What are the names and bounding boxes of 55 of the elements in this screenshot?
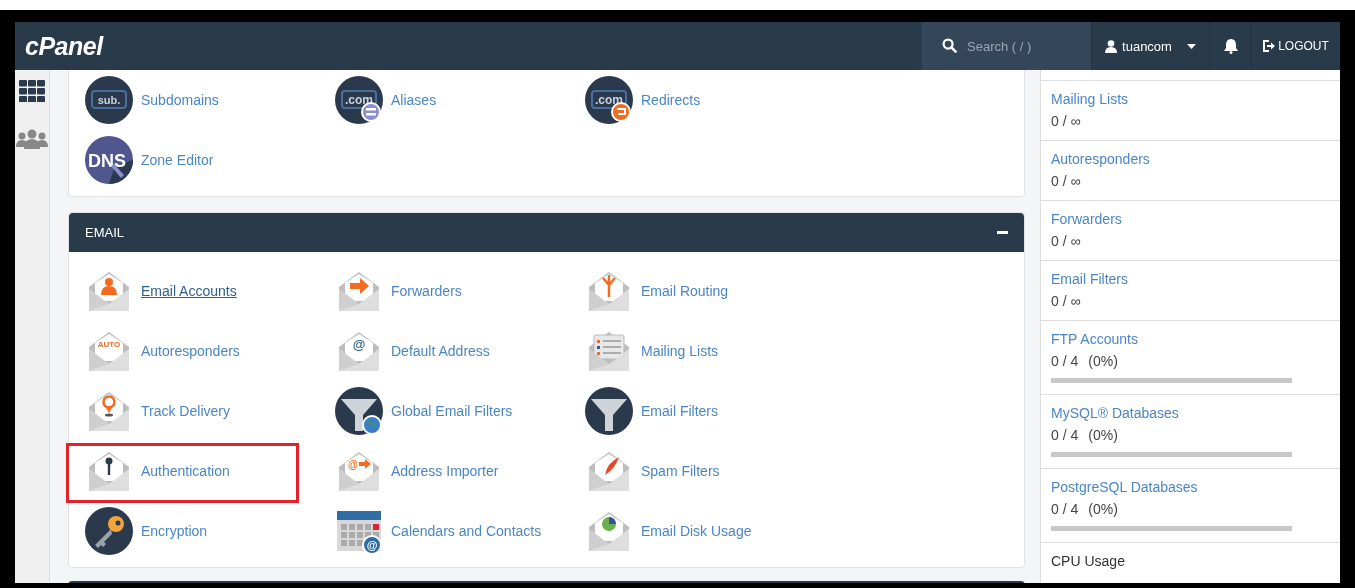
stat-link[interactable]: PostgreSQL Databases	[1051, 476, 1198, 498]
tool-icon[interactable]	[585, 387, 633, 435]
stat-link[interactable]: Forwarders	[1051, 208, 1122, 230]
logout-icon	[1263, 40, 1276, 52]
tool-icon[interactable]: DNS	[85, 136, 133, 184]
tool-link[interactable]: Mailing Lists	[641, 343, 719, 359]
stat-link[interactable]: Autoresponders	[1051, 148, 1150, 170]
tool-icon[interactable]: sub.	[85, 76, 133, 124]
search-field[interactable]: Search ( / )	[922, 22, 1091, 70]
stat-value: 0 / 4	[1051, 426, 1079, 445]
tool-link[interactable]: Email Accounts	[141, 283, 237, 299]
tool-link[interactable]: Zone Editor	[141, 152, 214, 168]
stat-link[interactable]: FTP Accounts	[1051, 328, 1138, 350]
tool-link[interactable]: Email Routing	[641, 283, 729, 299]
stat-percent: (0%)	[1088, 426, 1118, 445]
users-icon[interactable]	[16, 129, 48, 149]
stat-link[interactable]: Mailing Lists	[1051, 88, 1129, 110]
search-icon	[942, 38, 957, 53]
caret-icon	[1186, 43, 1196, 49]
tool-link[interactable]: Subdomains	[141, 92, 219, 108]
tool-link[interactable]: Global Email Filters	[391, 403, 513, 419]
stat-label: CPU Usage	[1051, 552, 1125, 571]
tool-link[interactable]: Calendars and Contacts	[391, 523, 542, 539]
stat-link[interactable]: MySQL® Databases	[1051, 402, 1179, 424]
tool-link[interactable]: Forwarders	[391, 283, 462, 299]
tool-link[interactable]: Aliases	[391, 92, 437, 108]
stat-value: 0 / ∞	[1051, 232, 1081, 251]
stat-link[interactable]: Email Filters	[1051, 268, 1128, 290]
section-title: EMAIL	[85, 225, 124, 240]
tool-icon[interactable]	[335, 387, 383, 435]
tool-link[interactable]: Autoresponders	[141, 343, 240, 359]
tool-icon[interactable]: .com	[335, 76, 383, 124]
stat-value: 0 / ∞	[1051, 112, 1081, 131]
user-icon	[1105, 39, 1118, 53]
username: tuancom	[1122, 38, 1172, 54]
tool-icon[interactable]	[85, 507, 133, 555]
tool-link[interactable]: Email Disk Usage	[641, 523, 752, 539]
apps-grid-icon[interactable]	[19, 80, 45, 102]
tool-link[interactable]: Address Importer	[391, 463, 499, 479]
stat-value: 0 / ∞	[1051, 292, 1081, 311]
stat-percent: (0%)	[1088, 352, 1118, 371]
tool-link[interactable]: Encryption	[141, 523, 208, 539]
stat-value: 0 / ∞	[1051, 172, 1081, 191]
tool-link[interactable]: Track Delivery	[141, 403, 230, 419]
tool-link[interactable]: Spam Filters	[641, 463, 720, 479]
stat-value: 0 / 4	[1051, 500, 1079, 519]
tool-link[interactable]: Authentication	[141, 463, 230, 479]
stat-percent: (0%)	[1088, 500, 1118, 519]
stat-value: 0 / 4	[1051, 352, 1079, 371]
tool-link[interactable]: Redirects	[641, 92, 701, 108]
tool-link[interactable]: Email Filters	[641, 403, 718, 419]
tool-link[interactable]: Default Address	[391, 343, 490, 359]
tool-icon[interactable]: .com	[585, 76, 633, 124]
app-logo[interactable]: cPanel	[25, 31, 103, 61]
bell-icon	[1223, 38, 1238, 54]
